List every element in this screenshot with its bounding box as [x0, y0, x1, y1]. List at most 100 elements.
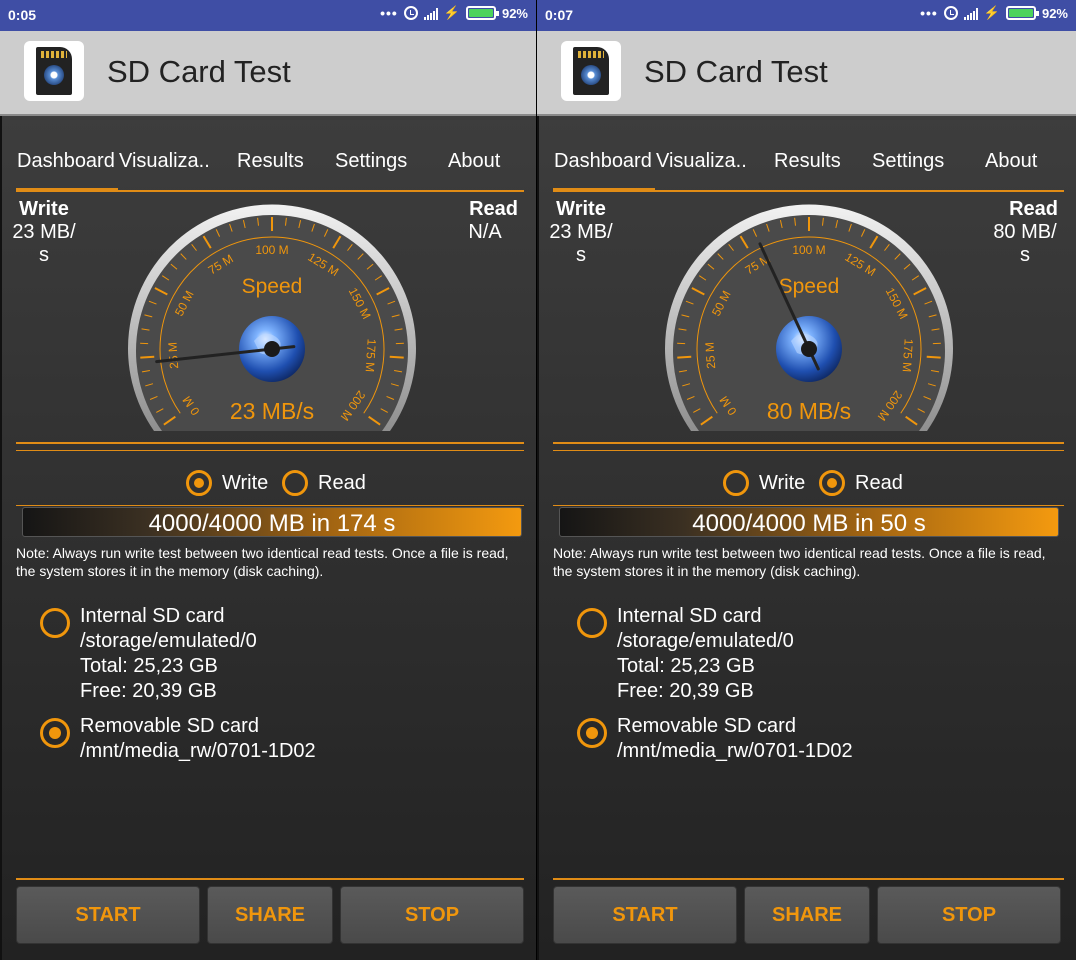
internal-storage-radio[interactable] — [577, 608, 607, 638]
share-button[interactable]: SHARE — [744, 886, 870, 944]
read-radio[interactable] — [819, 470, 845, 496]
share-button[interactable]: SHARE — [207, 886, 333, 944]
progress-text: 4000/4000 MB in 174 s — [148, 510, 396, 537]
stop-button[interactable]: STOP — [340, 886, 524, 944]
tab-results[interactable]: Results — [774, 150, 841, 173]
app-bar: SD Card Test — [537, 31, 1076, 116]
separator — [553, 450, 1064, 451]
charging-icon: ⚡ — [443, 5, 460, 20]
tab-results[interactable]: Results — [237, 150, 304, 173]
internal-storage-total: Total: 25,23 GB — [617, 655, 755, 677]
needle-hub — [801, 341, 817, 357]
tab-indicator — [553, 188, 655, 192]
internal-storage-name: Internal SD card — [80, 605, 225, 627]
read-speed: Read 80 MB/ s — [992, 198, 1058, 267]
tab-indicator — [16, 188, 118, 192]
read-radio-label[interactable]: Read — [855, 472, 903, 495]
separator — [16, 442, 524, 444]
tab-bar: Dashboard Visualiza.. Results Settings About — [553, 138, 1064, 192]
internal-storage-name: Internal SD card — [617, 605, 762, 627]
internal-storage-path: /storage/emulated/0 — [617, 630, 794, 652]
write-value-unit: s — [39, 244, 49, 266]
read-radio-label[interactable]: Read — [318, 472, 366, 495]
gauge-tick-label: 100 M — [255, 243, 288, 257]
removable-storage-radio[interactable] — [577, 718, 607, 748]
app-title: SD Card Test — [107, 54, 291, 89]
battery-percent: 92% — [1041, 5, 1068, 21]
gauge-tick-label: 100 M — [792, 243, 825, 257]
removable-storage-radio[interactable] — [40, 718, 70, 748]
read-label: Read — [1009, 198, 1058, 220]
removable-storage-path: /mnt/media_rw/0701-1D02 — [80, 740, 316, 762]
write-speed: Write 23 MB/ s — [10, 198, 78, 267]
internal-storage-path: /storage/emulated/0 — [80, 630, 257, 652]
battery-icon — [465, 6, 499, 20]
internal-storage-free: Free: 20,39 GB — [617, 680, 754, 702]
tab-dashboard[interactable]: Dashboard — [554, 150, 652, 173]
gauge-major-tick — [389, 355, 404, 359]
separator — [553, 505, 1064, 506]
removable-storage-name: Removable SD card — [617, 715, 796, 737]
needle-hub — [264, 341, 280, 357]
gauge-major-tick — [140, 355, 155, 359]
phone-screen: 0:05 ••• ⚡ 92% SD Card Test Dashboard Vis… — [0, 0, 536, 960]
gauge-tick-label: 25 M — [166, 342, 182, 370]
button-bar-separator — [553, 878, 1064, 880]
start-button[interactable]: START — [16, 886, 200, 944]
internal-storage-total: Total: 25,23 GB — [80, 655, 218, 677]
gauge-readout: 80 MB/s — [767, 398, 851, 424]
tab-about[interactable]: About — [985, 150, 1037, 173]
alarm-icon — [403, 6, 418, 20]
speed-gauge: 0 M 25 M 50 M 75 M 100 M 125 M 150 M 175 M 200 M… — [661, 201, 957, 437]
gauge-major-tick — [677, 355, 692, 359]
write-value: 23 MB/ — [549, 221, 613, 243]
read-speed: Read N/A — [452, 198, 518, 244]
tab-settings[interactable]: Settings — [335, 150, 407, 173]
gauge-tick-label: 25 M — [703, 342, 719, 370]
read-value: 80 MB/ — [993, 221, 1057, 243]
write-radio[interactable] — [723, 470, 749, 496]
speed-gauge: 0 M 25 M 50 M 75 M 100 M 125 M 150 M 175 M 200 M… — [124, 201, 420, 437]
write-speed: Write 23 MB/ s — [547, 198, 615, 267]
tab-visualiza[interactable]: Visualiza.. — [656, 150, 747, 173]
separator — [16, 505, 524, 506]
write-label: Write — [556, 198, 606, 220]
signal-icon — [963, 7, 978, 20]
gauge-title: Speed — [779, 275, 840, 298]
sd-card-app-icon — [561, 41, 621, 101]
internal-storage-free: Free: 20,39 GB — [80, 680, 217, 702]
write-radio-label[interactable]: Write — [222, 472, 268, 495]
test-mode-selector: Write Read — [2, 468, 536, 500]
removable-storage-name: Removable SD card — [80, 715, 259, 737]
status-bar: 0:05 ••• ⚡ 92% — [0, 0, 536, 31]
gauge-tick-label: 175 M — [363, 338, 379, 372]
separator — [16, 450, 524, 451]
more-notifications-icon: ••• — [380, 5, 398, 21]
tab-about[interactable]: About — [448, 150, 500, 173]
write-value: 23 MB/ — [12, 221, 76, 243]
test-progress-bar: 4000/4000 MB in 50 s — [559, 507, 1059, 537]
read-radio[interactable] — [282, 470, 308, 496]
tab-visualiza[interactable]: Visualiza.. — [119, 150, 210, 173]
internal-storage-radio[interactable] — [40, 608, 70, 638]
speed-gauge-dial: 0 M25 M50 M75 M100 M 125 M150 M175 M200 M… — [665, 204, 953, 431]
dashboard-panel: Dashboard Visualiza.. Results Settings About… — [537, 116, 1076, 960]
battery-icon — [1005, 6, 1039, 20]
app-title: SD Card Test — [644, 54, 828, 89]
start-button[interactable]: START — [553, 886, 737, 944]
write-value-unit: s — [576, 244, 586, 266]
write-radio-label[interactable]: Write — [759, 472, 805, 495]
test-progress-bar: 4000/4000 MB in 174 s — [22, 507, 522, 537]
status-time: 0:05 — [8, 7, 37, 23]
tab-settings[interactable]: Settings — [872, 150, 944, 173]
write-radio[interactable] — [186, 470, 212, 496]
stop-button[interactable]: STOP — [877, 886, 1061, 944]
disk-caching-note: Note: Always run write test between two … — [16, 545, 509, 579]
status-time: 0:07 — [545, 7, 574, 23]
tab-dashboard[interactable]: Dashboard — [17, 150, 115, 173]
charging-icon: ⚡ — [983, 5, 1000, 20]
gauge-title: Speed — [242, 275, 303, 298]
gauge-readout: 23 MB/s — [230, 398, 314, 424]
more-notifications-icon: ••• — [920, 5, 938, 21]
sd-card-app-icon — [24, 41, 84, 101]
